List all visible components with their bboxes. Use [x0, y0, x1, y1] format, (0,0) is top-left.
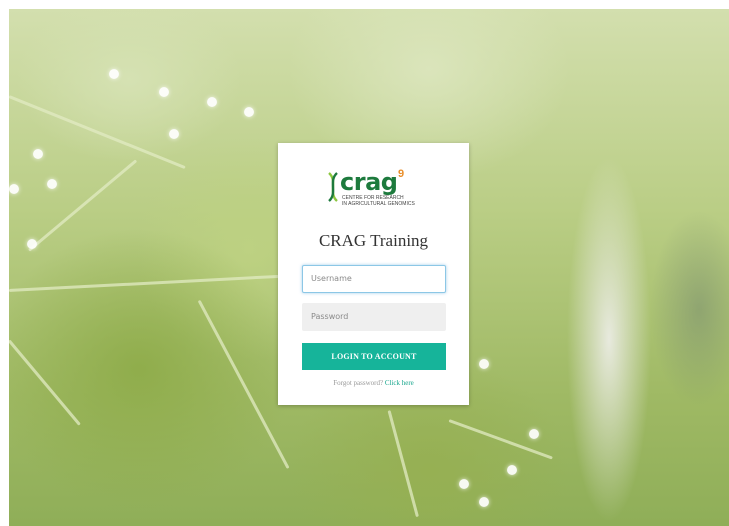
username-input[interactable]: [302, 265, 446, 293]
forgot-password: Forgot password? Click here: [278, 379, 469, 387]
flower: [479, 497, 489, 507]
flower: [27, 239, 37, 249]
flower: [479, 359, 489, 369]
flower: [207, 97, 217, 107]
flower: [159, 87, 169, 97]
flower: [47, 179, 57, 189]
forgot-password-text: Forgot password?: [333, 379, 384, 387]
plant-stem: [9, 339, 81, 426]
flower: [244, 107, 254, 117]
background-photo: crag 9 CENTRE FOR RESEARCH IN AGRICULTUR…: [9, 9, 729, 526]
forgot-password-link[interactable]: Click here: [385, 379, 414, 387]
plant-stem: [197, 299, 290, 469]
logo-subtitle: CENTRE FOR RESEARCH IN AGRICULTURAL GENO…: [342, 195, 422, 207]
logo-subtitle-line2: IN AGRICULTURAL GENOMICS: [342, 201, 415, 207]
flower: [169, 129, 179, 139]
flower: [33, 149, 43, 159]
flower: [529, 429, 539, 439]
plant-stem: [448, 419, 553, 460]
flower: [507, 465, 517, 475]
login-card: crag 9 CENTRE FOR RESEARCH IN AGRICULTUR…: [278, 143, 469, 405]
password-input[interactable]: [302, 303, 446, 331]
logo-wordmark: crag: [340, 168, 398, 196]
plant-stem: [387, 410, 419, 518]
page-title: CRAG Training: [318, 231, 429, 250]
crag-logo: crag 9 CENTRE FOR RESEARCH IN AGRICULTUR…: [326, 168, 426, 215]
plant-stem: [28, 159, 138, 252]
dna-helix-icon: [328, 172, 338, 202]
flower: [109, 69, 119, 79]
login-button[interactable]: LOGIN TO ACCOUNT: [302, 343, 446, 370]
plant-stem: [9, 274, 279, 292]
flower: [9, 184, 19, 194]
flower: [459, 479, 469, 489]
logo-superscript: 9: [398, 168, 405, 180]
